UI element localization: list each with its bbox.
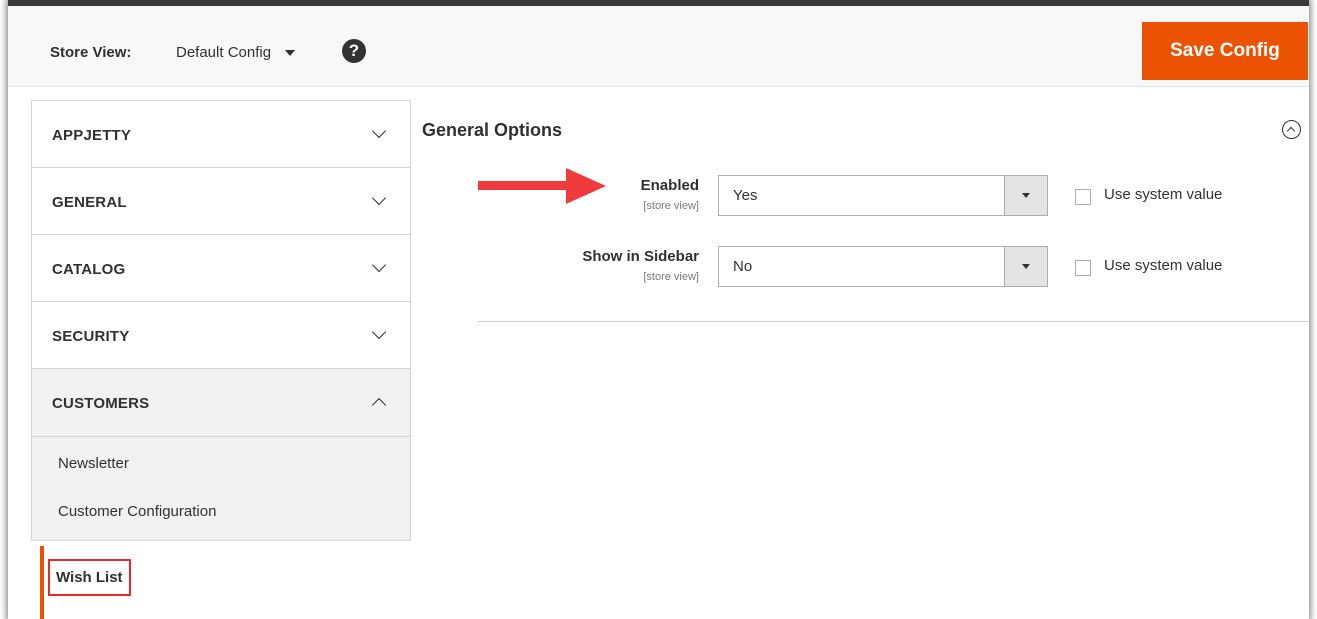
sidebar-item-label: APPJETTY (52, 127, 132, 144)
chevron-down-icon (371, 190, 387, 206)
store-view-value: Default Config (176, 44, 272, 61)
sidebar-item-appjetty[interactable]: APPJETTY (31, 100, 411, 167)
chevron-down-icon (371, 123, 387, 139)
show-in-sidebar-use-system-label[interactable]: Use system value (1104, 257, 1222, 274)
active-indicator (40, 546, 44, 619)
enabled-label: Enabled (640, 177, 699, 194)
customers-submenu: Newsletter Customer Configuration (31, 436, 411, 541)
chevron-up-icon (371, 397, 387, 413)
sidebar-item-general[interactable]: GENERAL (31, 167, 411, 234)
enabled-select[interactable]: Yes (718, 175, 1048, 216)
store-view-switcher[interactable]: Default Config (176, 44, 296, 61)
show-in-sidebar-scope: [store view] (643, 271, 699, 283)
collapse-icon[interactable] (1282, 120, 1301, 139)
section-divider (478, 321, 1309, 322)
dropdown-arrow-icon (1004, 176, 1047, 215)
enabled-use-system-checkbox[interactable] (1075, 189, 1091, 205)
sidebar-item-catalog[interactable]: CATALOG (31, 234, 411, 301)
sidebar-subitem-newsletter[interactable]: Newsletter (58, 455, 129, 472)
dropdown-arrow-icon (1004, 247, 1047, 286)
section-title[interactable]: General Options (422, 120, 562, 141)
sidebar-subitem-wish-list[interactable]: Wish List (48, 559, 131, 596)
save-config-button[interactable]: Save Config (1142, 22, 1308, 80)
enabled-select-value: Yes (733, 187, 758, 204)
sidebar-item-security[interactable]: SECURITY (31, 301, 411, 368)
store-view-label: Store View: (50, 44, 132, 61)
sidebar-item-label: CATALOG (52, 261, 126, 278)
caret-down-icon (285, 49, 296, 56)
show-in-sidebar-use-system-checkbox[interactable] (1075, 260, 1091, 276)
sidebar-item-label: CUSTOMERS (52, 395, 150, 412)
admin-frame: Store View: Default Config ? Save Config… (8, 0, 1309, 619)
wish-list-row: Wish List (31, 541, 411, 619)
show-in-sidebar-select[interactable]: No (718, 246, 1048, 287)
config-sidebar: APPJETTY GENERAL CATALOG SECURITY CUSTOM… (31, 100, 411, 619)
show-in-sidebar-label: Show in Sidebar (582, 248, 699, 265)
enabled-use-system-label[interactable]: Use system value (1104, 186, 1222, 203)
red-arrow-icon (478, 168, 606, 204)
store-view-toolbar: Store View: Default Config ? Save Config (8, 6, 1309, 87)
chevron-down-icon (371, 257, 387, 273)
sidebar-item-label: GENERAL (52, 194, 127, 211)
help-icon[interactable]: ? (342, 39, 366, 63)
chevron-down-icon (371, 324, 387, 340)
sidebar-item-label: SECURITY (52, 328, 130, 345)
enabled-scope: [store view] (643, 200, 699, 212)
sidebar-subitem-customer-configuration[interactable]: Customer Configuration (58, 503, 216, 520)
show-in-sidebar-select-value: No (733, 258, 753, 275)
sidebar-item-customers[interactable]: CUSTOMERS (31, 368, 411, 436)
